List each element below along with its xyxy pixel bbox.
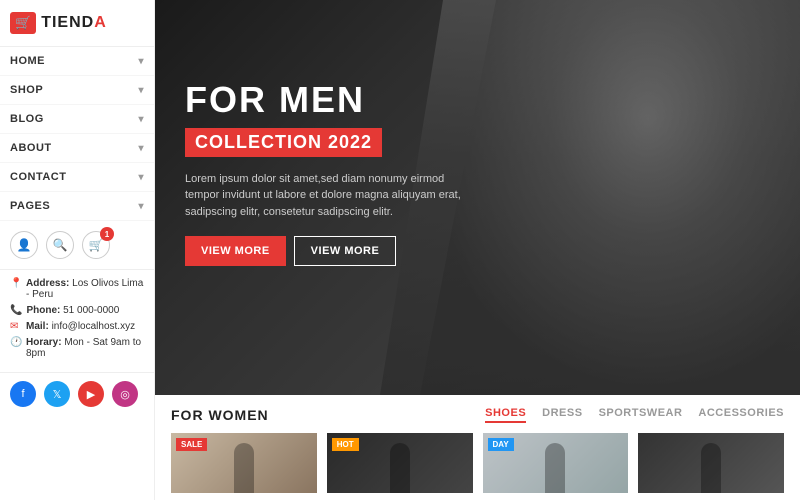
product-grid: SALE HOT DAY [171,433,784,493]
logo[interactable]: 🛒 TIENDA [0,0,154,47]
nav-shop[interactable]: SHOP ▾ [0,76,154,105]
women-tabs: SHOES DRESS SPORTSWEAR ACCESSORIES [485,407,784,423]
phone-icon: 📞 [10,305,22,316]
nav-home[interactable]: HOME ▾ [0,47,154,76]
hero-title: FOR MEN [185,80,465,120]
chevron-icon: ▾ [138,201,144,212]
product-image-2 [390,443,410,493]
nav-contact[interactable]: CONTACT ▾ [0,163,154,192]
sidebar: 🛒 TIENDA HOME ▾ SHOP ▾ BLOG ▾ ABOUT ▾ CO… [0,0,155,500]
hero-content: FOR MEN COLLECTION 2022 Lorem ipsum dolo… [185,80,465,266]
product-card-4[interactable] [638,433,784,493]
hero-buttons: VIEW MORE VIEW MORE [185,236,465,266]
social-icons: f 𝕏 ▶ ◎ [0,373,154,415]
product-card-1[interactable]: SALE [171,433,317,493]
tab-accessories[interactable]: ACCESSORIES [698,407,784,423]
product-image-1 [234,443,254,493]
search-button[interactable]: 🔍 [46,231,74,259]
hero-badge: COLLECTION 2022 [185,128,382,157]
product-card-3[interactable]: DAY [483,433,629,493]
hero-description: Lorem ipsum dolor sit amet,sed diam nonu… [185,171,465,221]
main-content: FOR MEN COLLECTION 2022 Lorem ipsum dolo… [155,0,800,500]
cart-button[interactable]: 🛒 1 [82,231,110,259]
chevron-icon: ▾ [138,56,144,67]
women-header: FOR WOMEN SHOES DRESS SPORTSWEAR ACCESSO… [171,407,784,423]
action-icons: 👤 🔍 🛒 1 [0,221,154,270]
user-icon-button[interactable]: 👤 [10,231,38,259]
product-card-2[interactable]: HOT [327,433,473,493]
sale-badge: SALE [176,438,207,451]
hero-view-more-button-1[interactable]: VIEW MORE [185,236,286,266]
youtube-button[interactable]: ▶ [78,381,104,407]
chevron-icon: ▾ [138,85,144,96]
address-icon: 📍 [10,278,22,289]
day-badge: DAY [488,438,514,451]
chevron-icon: ▾ [138,143,144,154]
search-icon: 🔍 [53,238,68,252]
hot-badge: HOT [332,438,359,451]
chevron-icon: ▾ [138,172,144,183]
cart-badge: 1 [100,227,114,241]
chevron-icon: ▾ [138,114,144,125]
women-title: FOR WOMEN [171,407,269,423]
tab-dress[interactable]: DRESS [542,407,582,423]
logo-icon: 🛒 [10,12,36,34]
user-icon: 👤 [17,238,32,252]
logo-text: TIENDA [41,14,107,32]
hero-section: FOR MEN COLLECTION 2022 Lorem ipsum dolo… [155,0,800,395]
clock-icon: 🕐 [10,337,22,348]
product-image-3 [545,443,565,493]
nav-blog[interactable]: BLOG ▾ [0,105,154,134]
hero-view-more-button-2[interactable]: VIEW MORE [294,236,397,266]
instagram-button[interactable]: ◎ [112,381,138,407]
facebook-button[interactable]: f [10,381,36,407]
tab-sportswear[interactable]: SPORTSWEAR [599,407,683,423]
product-image-4 [701,443,721,493]
mail-icon: ✉ [10,321,22,332]
cart-icon: 🛒 [89,238,104,252]
women-section: FOR WOMEN SHOES DRESS SPORTSWEAR ACCESSO… [155,395,800,500]
contact-info: 📍 Address: Los Olivos Lima - Peru 📞 Phon… [0,270,154,373]
tab-shoes[interactable]: SHOES [485,407,526,423]
nav-pages[interactable]: PAGES ▾ [0,192,154,221]
twitter-button[interactable]: 𝕏 [44,381,70,407]
nav-about[interactable]: ABOUT ▾ [0,134,154,163]
